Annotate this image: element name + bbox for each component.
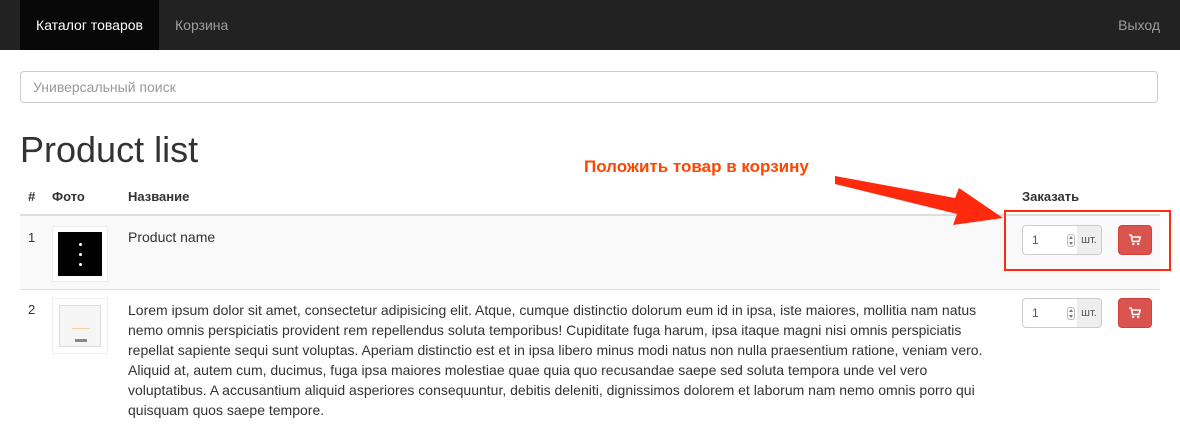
navbar: Каталог товаров Корзина Выход <box>0 0 1180 50</box>
nav-logout-link[interactable]: Выход <box>1118 0 1160 50</box>
column-header-order: Заказать <box>1022 189 1080 204</box>
row-number: 2 <box>28 302 36 317</box>
column-header-name: Название <box>128 189 190 204</box>
add-to-cart-button[interactable] <box>1118 298 1152 328</box>
quantity-input[interactable]: 1 <box>1022 298 1078 328</box>
product-image-black-switch <box>58 232 102 276</box>
product-thumbnail[interactable] <box>52 226 108 282</box>
product-image-white-switch <box>59 305 101 347</box>
nav-catalog-link[interactable]: Каталог товаров <box>20 0 159 50</box>
spinner-arrows-icon[interactable] <box>1067 307 1075 320</box>
quantity-value: 1 <box>1032 306 1039 320</box>
nav-cart-link[interactable]: Корзина <box>175 0 228 50</box>
row-divider <box>20 289 1160 290</box>
product-name: Product name <box>128 229 216 245</box>
column-header-photo: Фото <box>52 189 85 204</box>
product-name: Lorem ipsum dolor sit amet, consectetur … <box>128 302 983 418</box>
search-input[interactable] <box>20 71 1158 103</box>
quantity-stepper[interactable]: 1 шт. <box>1022 298 1102 328</box>
quantity-unit-label: шт. <box>1077 298 1102 328</box>
annotation-label: Положить товар в корзину <box>584 157 809 176</box>
column-header-number: # <box>28 189 36 204</box>
row-number: 1 <box>28 230 36 245</box>
shopping-cart-icon <box>1129 307 1141 319</box>
arrow-right-icon <box>835 176 1003 225</box>
product-thumbnail[interactable] <box>52 298 108 354</box>
annotation-highlight-box <box>1004 210 1171 271</box>
page-title: Product list <box>20 129 199 170</box>
